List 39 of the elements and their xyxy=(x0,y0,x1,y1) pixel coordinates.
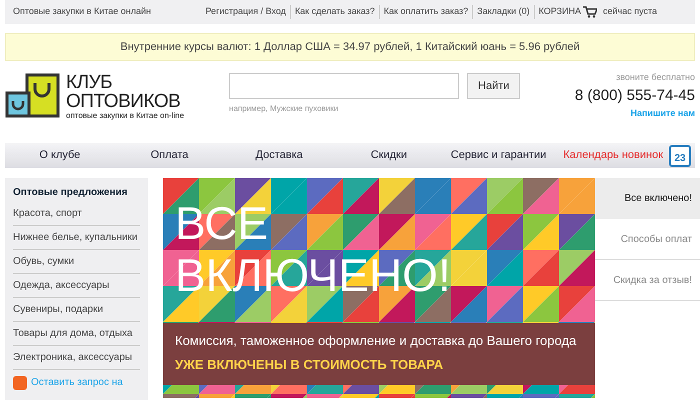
tagline: Оптовые закупки в Китае онлайн xyxy=(13,5,151,18)
cart-status: сейчас пуста xyxy=(602,5,657,18)
logo-icon xyxy=(5,73,60,118)
phone-caption: звоните бесплатно xyxy=(616,71,695,84)
logo-text: КЛУБ xyxy=(66,73,114,92)
sidebar-link[interactable]: Электроника, аксессуары xyxy=(13,346,140,370)
sidebar-link[interactable]: Одежда, аксессуары xyxy=(13,274,140,298)
top-link[interactable]: Как сделать заказ? xyxy=(290,5,380,19)
top-link[interactable]: Закладки (0) xyxy=(473,5,535,19)
sidebar-link[interactable]: Красота, спорт xyxy=(13,202,140,226)
search-field[interactable] xyxy=(229,73,460,99)
nav-link[interactable]: Скидки xyxy=(334,147,444,164)
rates-notice: Внутренние курсы валют: 1 Доллар США = 34.97 рублей, 1 Китайский юань = 5.96 рублей xyxy=(5,33,695,61)
sidebar-link[interactable]: Сувениры, подарки xyxy=(13,298,140,322)
nav-link[interactable]: Сервис и гарантии xyxy=(444,147,554,164)
banner-caption: Комиссия, таможенное оформление и доставка до Вашего города xyxy=(175,332,578,350)
search-example: например, Мужские пуховики xyxy=(229,103,340,115)
nav-link[interactable]: Оплата xyxy=(114,147,224,164)
sidebar-link[interactable]: Нижнее белье, купальники xyxy=(13,226,140,250)
phone-number: 8 (800) 555-74-45 xyxy=(574,86,695,106)
cart-icon xyxy=(582,6,597,18)
logo-text: ОПТОВИКОВ xyxy=(66,92,182,111)
request-icon xyxy=(13,376,27,390)
logo-subtitle: оптовые закупки в Китае on-line xyxy=(66,112,184,120)
banner-tab[interactable]: Все включено! xyxy=(595,178,700,219)
banner-headline: ВКЛЮЧЕНО! xyxy=(175,252,451,298)
top-link[interactable]: Регистрация / Вход xyxy=(201,5,291,19)
banner-headline: ВСЕ xyxy=(175,200,270,246)
sidebar-heading: Оптовые предложения xyxy=(13,186,129,200)
calendar-link[interactable]: Календарь новинок xyxy=(553,147,664,164)
cart-link[interactable]: КОРЗИНА xyxy=(534,5,581,19)
banner-caption-bold: УЖЕ ВКЛЮЧЕНЫ В СТОИМОСТЬ ТОВАРА xyxy=(175,356,444,374)
search-button[interactable]: Найти xyxy=(467,73,520,99)
top-link[interactable]: Как оплатить заказ? xyxy=(380,5,474,19)
calendar-day: 23 xyxy=(674,154,686,164)
nav-link[interactable]: О клубе xyxy=(5,147,115,164)
nav-link[interactable]: Доставка xyxy=(224,147,334,164)
sidebar-link[interactable]: Товары для дома, отдыха xyxy=(13,322,140,346)
sidebar-link[interactable]: Обувь, сумки xyxy=(13,250,140,274)
